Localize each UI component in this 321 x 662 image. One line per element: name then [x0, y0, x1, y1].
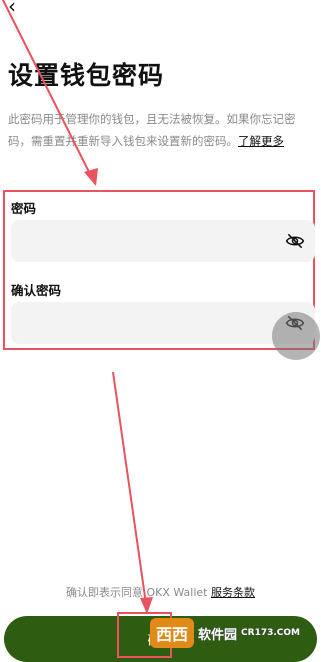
- terms-prefix: 确认即表示同意 OKX Wallet: [65, 586, 211, 599]
- arrow-head-top: [84, 168, 98, 186]
- terms-notice: 确认即表示同意 OKX Wallet 服务条款: [0, 584, 321, 600]
- watermark: 西西 软件园 CR173.COM: [150, 618, 300, 648]
- arrow-line-top: [1, 0, 93, 179]
- arrow-line-bottom: [112, 371, 147, 605]
- annotation-arrows: [1, 0, 153, 614]
- terms-link[interactable]: 服务条款: [211, 586, 255, 599]
- watermark-text: 软件园: [198, 627, 238, 643]
- watermark-sub: CR173.COM: [241, 628, 300, 638]
- watermark-badge: 西西: [150, 618, 195, 648]
